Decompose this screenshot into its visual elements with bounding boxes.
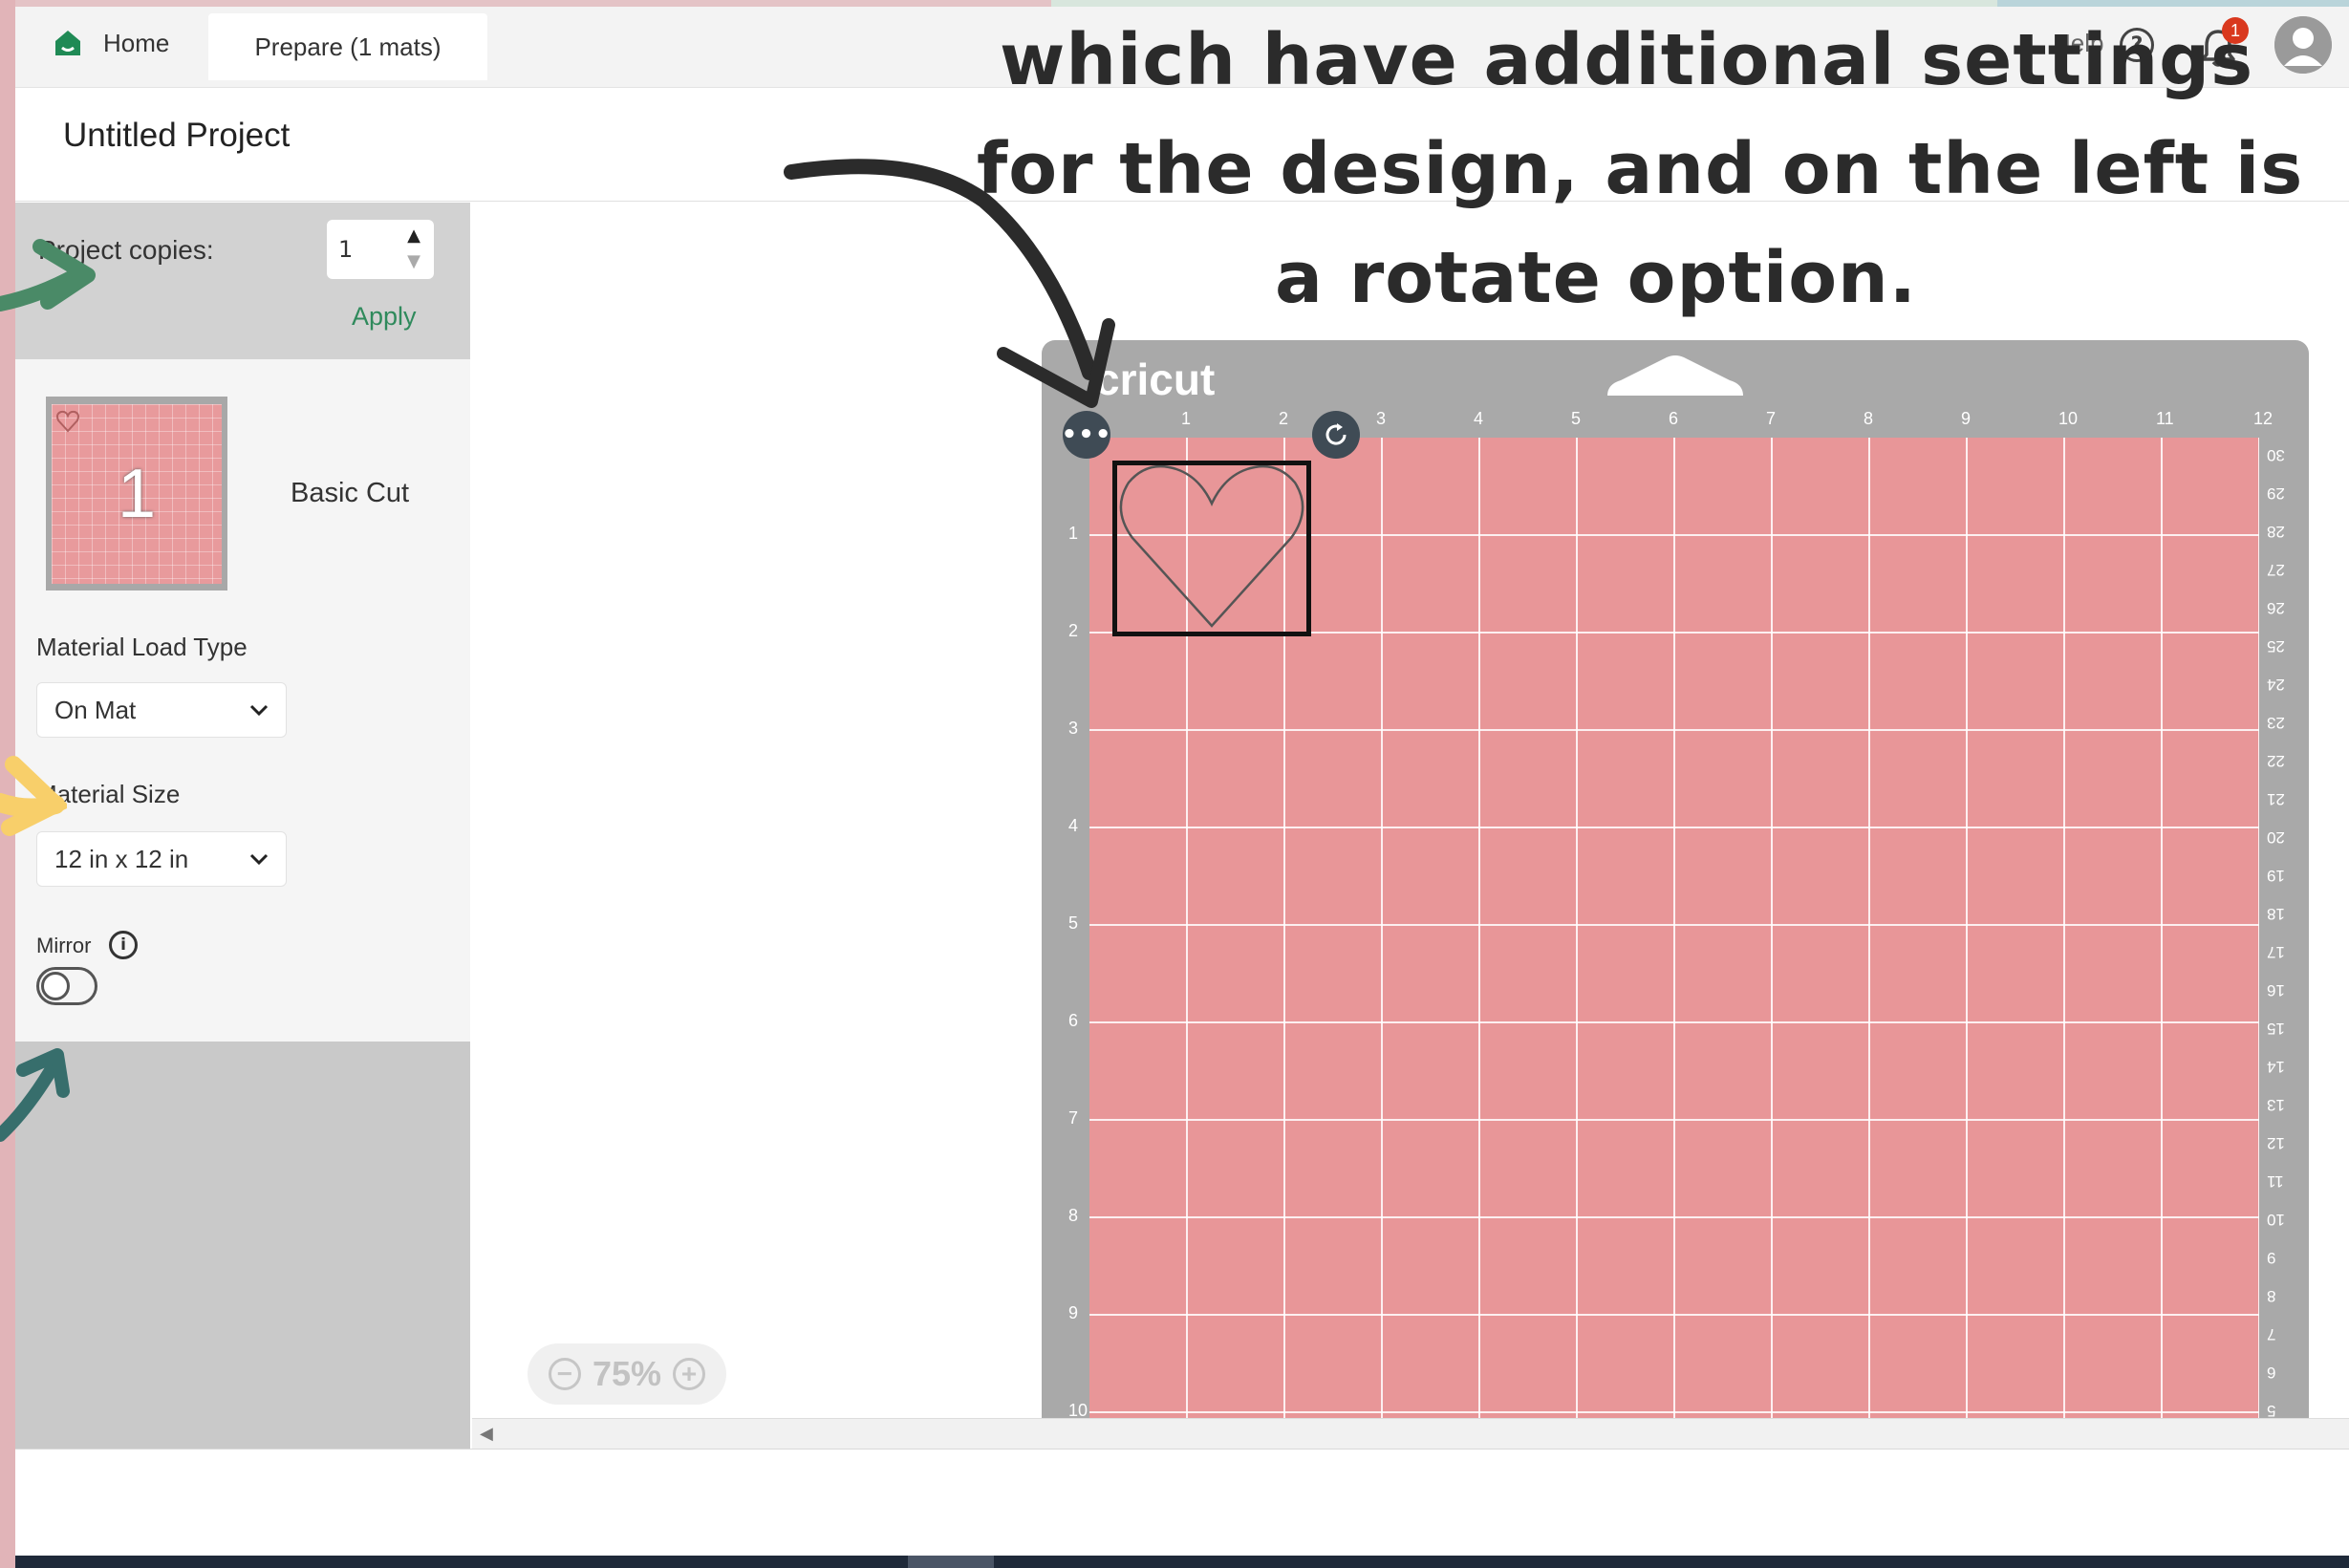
ruler-right-tick: 15 <box>2267 1020 2285 1038</box>
ruler-right-tick: 18 <box>2267 905 2285 923</box>
mirror-toggle-knob <box>41 972 70 1000</box>
ruler-right-tick: 24 <box>2267 676 2285 694</box>
project-title: Untitled Project <box>63 117 291 154</box>
ruler-right-tick: 30 <box>2267 446 2285 464</box>
frame-top-edge-blue <box>1997 0 2349 7</box>
heart-icon <box>1119 465 1304 628</box>
tab-home-label: Home <box>103 28 170 57</box>
ruler-top-tick: 8 <box>1864 409 1874 428</box>
mat-cut-label: Basic Cut <box>291 478 410 508</box>
stepper-up-icon[interactable]: ▲ <box>407 226 420 246</box>
tab-prepare[interactable]: Prepare (1 mats) <box>208 13 487 80</box>
load-type-label: Material Load Type <box>36 633 248 661</box>
ruler-right-tick: 10 <box>2267 1211 2285 1229</box>
ruler-left-tick: 1 <box>1068 524 1079 543</box>
ruler-right-tick: 25 <box>2267 637 2285 655</box>
chevron-down-icon <box>249 704 269 717</box>
yellow-arrow-decoration <box>0 756 67 836</box>
copies-stepper[interactable]: ▲ ▼ <box>403 226 424 271</box>
user-icon <box>2274 16 2332 74</box>
load-type-select[interactable]: On Mat <box>36 682 287 738</box>
ruler-right-tick: 8 <box>2267 1287 2276 1305</box>
tab-home[interactable]: Home <box>29 13 191 73</box>
load-type-value: On Mat <box>54 695 137 724</box>
ruler-top-tick: 4 <box>1474 409 1484 428</box>
rotate-button[interactable] <box>1312 411 1360 459</box>
ruler-left-tick: 5 <box>1068 913 1079 933</box>
zoom-in-button[interactable]: + <box>673 1358 706 1390</box>
copies-value: 1 <box>338 236 354 263</box>
ruler-top-tick: 1 <box>1181 409 1192 428</box>
ruler-right-tick: 7 <box>2267 1325 2276 1343</box>
ruler-top-tick: 3 <box>1376 409 1387 428</box>
ruler-right-tick: 6 <box>2267 1364 2276 1382</box>
sidebar-empty-area <box>15 1042 470 1449</box>
ruler-right-tick: 20 <box>2267 828 2285 847</box>
ruler-top-tick: 11 <box>2156 409 2174 428</box>
footer-area <box>15 1449 2349 1557</box>
ruler-left-tick: 6 <box>1068 1011 1079 1030</box>
ruler-right-tick: 26 <box>2267 599 2285 617</box>
ruler-left-tick: 9 <box>1068 1303 1079 1322</box>
ruler-right-tick: 27 <box>2267 561 2285 579</box>
ruler-right-tick: 13 <box>2267 1096 2285 1114</box>
caption-line-1: which have additional settings <box>1000 19 2254 101</box>
home-icon <box>55 31 80 55</box>
chevron-down-icon <box>249 853 269 866</box>
ruler-right-tick: 16 <box>2267 981 2285 999</box>
mirror-toggle[interactable] <box>36 967 97 1005</box>
material-size-select[interactable]: 12 in x 12 in <box>36 831 287 887</box>
ruler-top-tick: 10 <box>2058 409 2079 428</box>
ruler-top-tick: 6 <box>1669 409 1679 428</box>
horizontal-scrollbar[interactable] <box>472 1418 2349 1450</box>
ruler-right-tick: 5 <box>2267 1402 2276 1420</box>
zoom-out-button[interactable]: − <box>548 1358 581 1390</box>
ruler-left-tick: 7 <box>1068 1108 1079 1128</box>
ruler-left-tick: 3 <box>1068 719 1079 738</box>
frame-bottom-strip-highlight <box>908 1556 994 1568</box>
ruler-right-tick: 14 <box>2267 1058 2285 1076</box>
zoom-control: − 75% + <box>528 1343 726 1405</box>
avatar[interactable] <box>2274 16 2332 74</box>
apply-button[interactable]: Apply <box>352 302 417 332</box>
ruler-left-tick: 2 <box>1068 621 1079 640</box>
heart-design-selection[interactable] <box>1112 461 1311 636</box>
rotate-icon <box>1325 423 1347 445</box>
mat-number: 1 <box>117 455 157 532</box>
ruler-right-tick: 29 <box>2267 484 2285 503</box>
ruler-left-tick: 8 <box>1068 1206 1079 1225</box>
info-icon[interactable]: i <box>109 931 138 959</box>
tab-prepare-label: Prepare (1 mats) <box>254 32 442 61</box>
ruler-top-tick: 5 <box>1571 409 1582 428</box>
stepper-down-icon[interactable]: ▼ <box>407 251 420 271</box>
ruler-right-tick: 22 <box>2267 752 2285 770</box>
ruler-top-tick: 12 <box>2253 409 2274 428</box>
material-size-value: 12 in x 12 in <box>54 844 189 873</box>
caption-line-2: for the design, and on the left is <box>977 128 2304 210</box>
ruler-right-tick: 28 <box>2267 523 2285 541</box>
ruler-right-tick: 12 <box>2267 1134 2285 1152</box>
ruler-right-tick: 11 <box>2267 1172 2284 1191</box>
ruler-left-tick: 4 <box>1068 816 1079 835</box>
ruler-right-tick: 9 <box>2267 1249 2276 1267</box>
ruler-top-tick: 9 <box>1961 409 1972 428</box>
ruler-top-tick: 7 <box>1766 409 1777 428</box>
frame-bottom-strip <box>15 1556 2349 1568</box>
teal-arrow-decoration <box>0 1048 70 1142</box>
mat-notch <box>1607 355 1743 396</box>
ruler-right-tick: 21 <box>2267 790 2285 808</box>
green-arrow-decoration <box>0 239 96 311</box>
frame-top-edge-green <box>1051 0 1997 7</box>
caption-line-3: a rotate option. <box>1275 237 1917 319</box>
ruler-right-tick: 19 <box>2267 867 2285 885</box>
ruler-right-tick: 23 <box>2267 714 2285 732</box>
zoom-level: 75% <box>592 1354 662 1393</box>
mirror-label: Mirror <box>36 934 92 957</box>
ruler-top-tick: 2 <box>1279 409 1289 428</box>
scroll-left-icon[interactable]: ◀ <box>480 1424 493 1444</box>
ruler-right-tick: 17 <box>2267 943 2285 961</box>
